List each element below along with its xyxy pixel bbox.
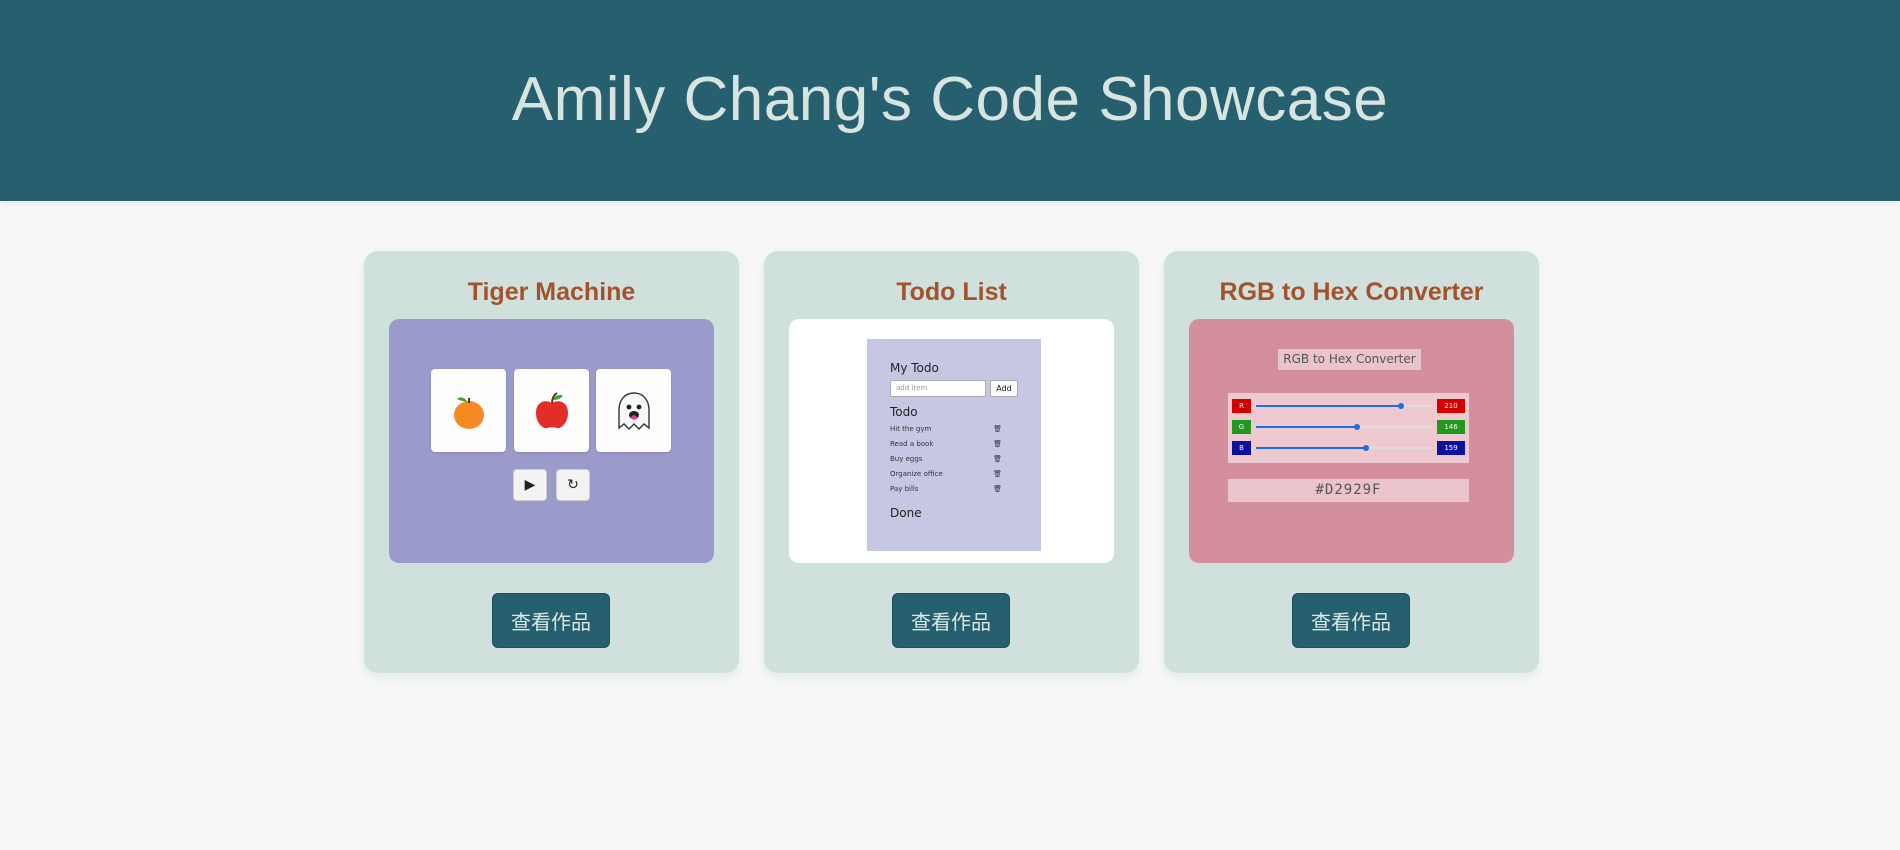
channel-value[interactable]: 159: [1437, 441, 1465, 455]
channel-label: R: [1232, 399, 1251, 413]
restart-icon[interactable]: ↻: [556, 469, 590, 501]
card-title: Todo List: [896, 278, 1007, 306]
rgb-sliders: R 210 G 146 B 159: [1228, 393, 1469, 463]
list-item: Buy eggs 🗑: [890, 455, 1002, 463]
view-work-button[interactable]: 查看作品: [492, 593, 610, 648]
list-item: Pay bills 🗑: [890, 485, 1002, 493]
card-title: Tiger Machine: [467, 278, 636, 306]
add-item-input[interactable]: add item: [890, 380, 986, 397]
add-button[interactable]: Add: [990, 380, 1018, 397]
slider-row-r: R 210: [1232, 399, 1465, 413]
done-heading: Done: [890, 506, 922, 520]
red-slider[interactable]: [1256, 403, 1432, 409]
todo-app-title: My Todo: [890, 361, 939, 375]
list-item: Organize office 🗑: [890, 470, 1002, 478]
card-title: RGB to Hex Converter: [1219, 278, 1484, 306]
todo-list-preview: My Todo add item Add Todo Hit the gym 🗑 …: [789, 319, 1114, 563]
orange-icon: [453, 396, 484, 429]
trash-icon[interactable]: 🗑: [993, 485, 1002, 493]
channel-value[interactable]: 210: [1437, 399, 1465, 413]
hex-output: #D2929F: [1228, 479, 1469, 502]
rgb-converter-preview: RGB to Hex Converter R 210 G 146 B 159 #…: [1189, 319, 1514, 563]
reel-2: [514, 369, 589, 452]
channel-value[interactable]: 146: [1437, 420, 1465, 434]
tiger-machine-preview: ▶ ↻: [389, 319, 714, 563]
trash-icon[interactable]: 🗑: [993, 425, 1002, 433]
rgb-app-title: RGB to Hex Converter: [1278, 349, 1421, 370]
todo-app: My Todo add item Add Todo Hit the gym 🗑 …: [867, 339, 1041, 551]
list-item-label: Buy eggs: [890, 455, 923, 463]
project-card-rgb-to-hex: RGB to Hex Converter RGB to Hex Converte…: [1164, 251, 1539, 673]
green-slider[interactable]: [1256, 424, 1432, 430]
trash-icon[interactable]: 🗑: [993, 470, 1002, 478]
todo-heading: Todo: [890, 405, 918, 419]
play-icon[interactable]: ▶: [513, 469, 547, 501]
ghost-icon: [617, 391, 650, 430]
list-item-label: Organize office: [890, 470, 943, 478]
page-title: Amily Chang's Code Showcase: [511, 65, 1389, 134]
page-header: Amily Chang's Code Showcase: [0, 0, 1900, 201]
list-item: Hit the gym 🗑: [890, 425, 1002, 433]
project-card-todo-list: Todo List My Todo add item Add Todo Hit …: [764, 251, 1139, 673]
reel-1: [431, 369, 506, 452]
slider-knob[interactable]: [1398, 403, 1404, 409]
view-work-button[interactable]: 查看作品: [1292, 593, 1410, 648]
slider-row-g: G 146: [1232, 420, 1465, 434]
list-item-label: Pay bills: [890, 485, 919, 493]
trash-icon[interactable]: 🗑: [993, 455, 1002, 463]
channel-label: B: [1232, 441, 1251, 455]
apple-icon: [535, 391, 568, 428]
slider-knob[interactable]: [1354, 424, 1360, 430]
list-item-label: Hit the gym: [890, 425, 932, 433]
project-card-tiger-machine: Tiger Machine ▶ ↻ 查看作品: [364, 251, 739, 673]
channel-label: G: [1232, 420, 1251, 434]
trash-icon[interactable]: 🗑: [993, 440, 1002, 448]
view-work-button[interactable]: 查看作品: [892, 593, 1010, 648]
list-item-label: Read a book: [890, 440, 934, 448]
slider-row-b: B 159: [1232, 441, 1465, 455]
list-item: Read a book 🗑: [890, 440, 1002, 448]
reel-3: [596, 369, 671, 452]
blue-slider[interactable]: [1256, 445, 1432, 451]
slider-knob[interactable]: [1363, 445, 1369, 451]
